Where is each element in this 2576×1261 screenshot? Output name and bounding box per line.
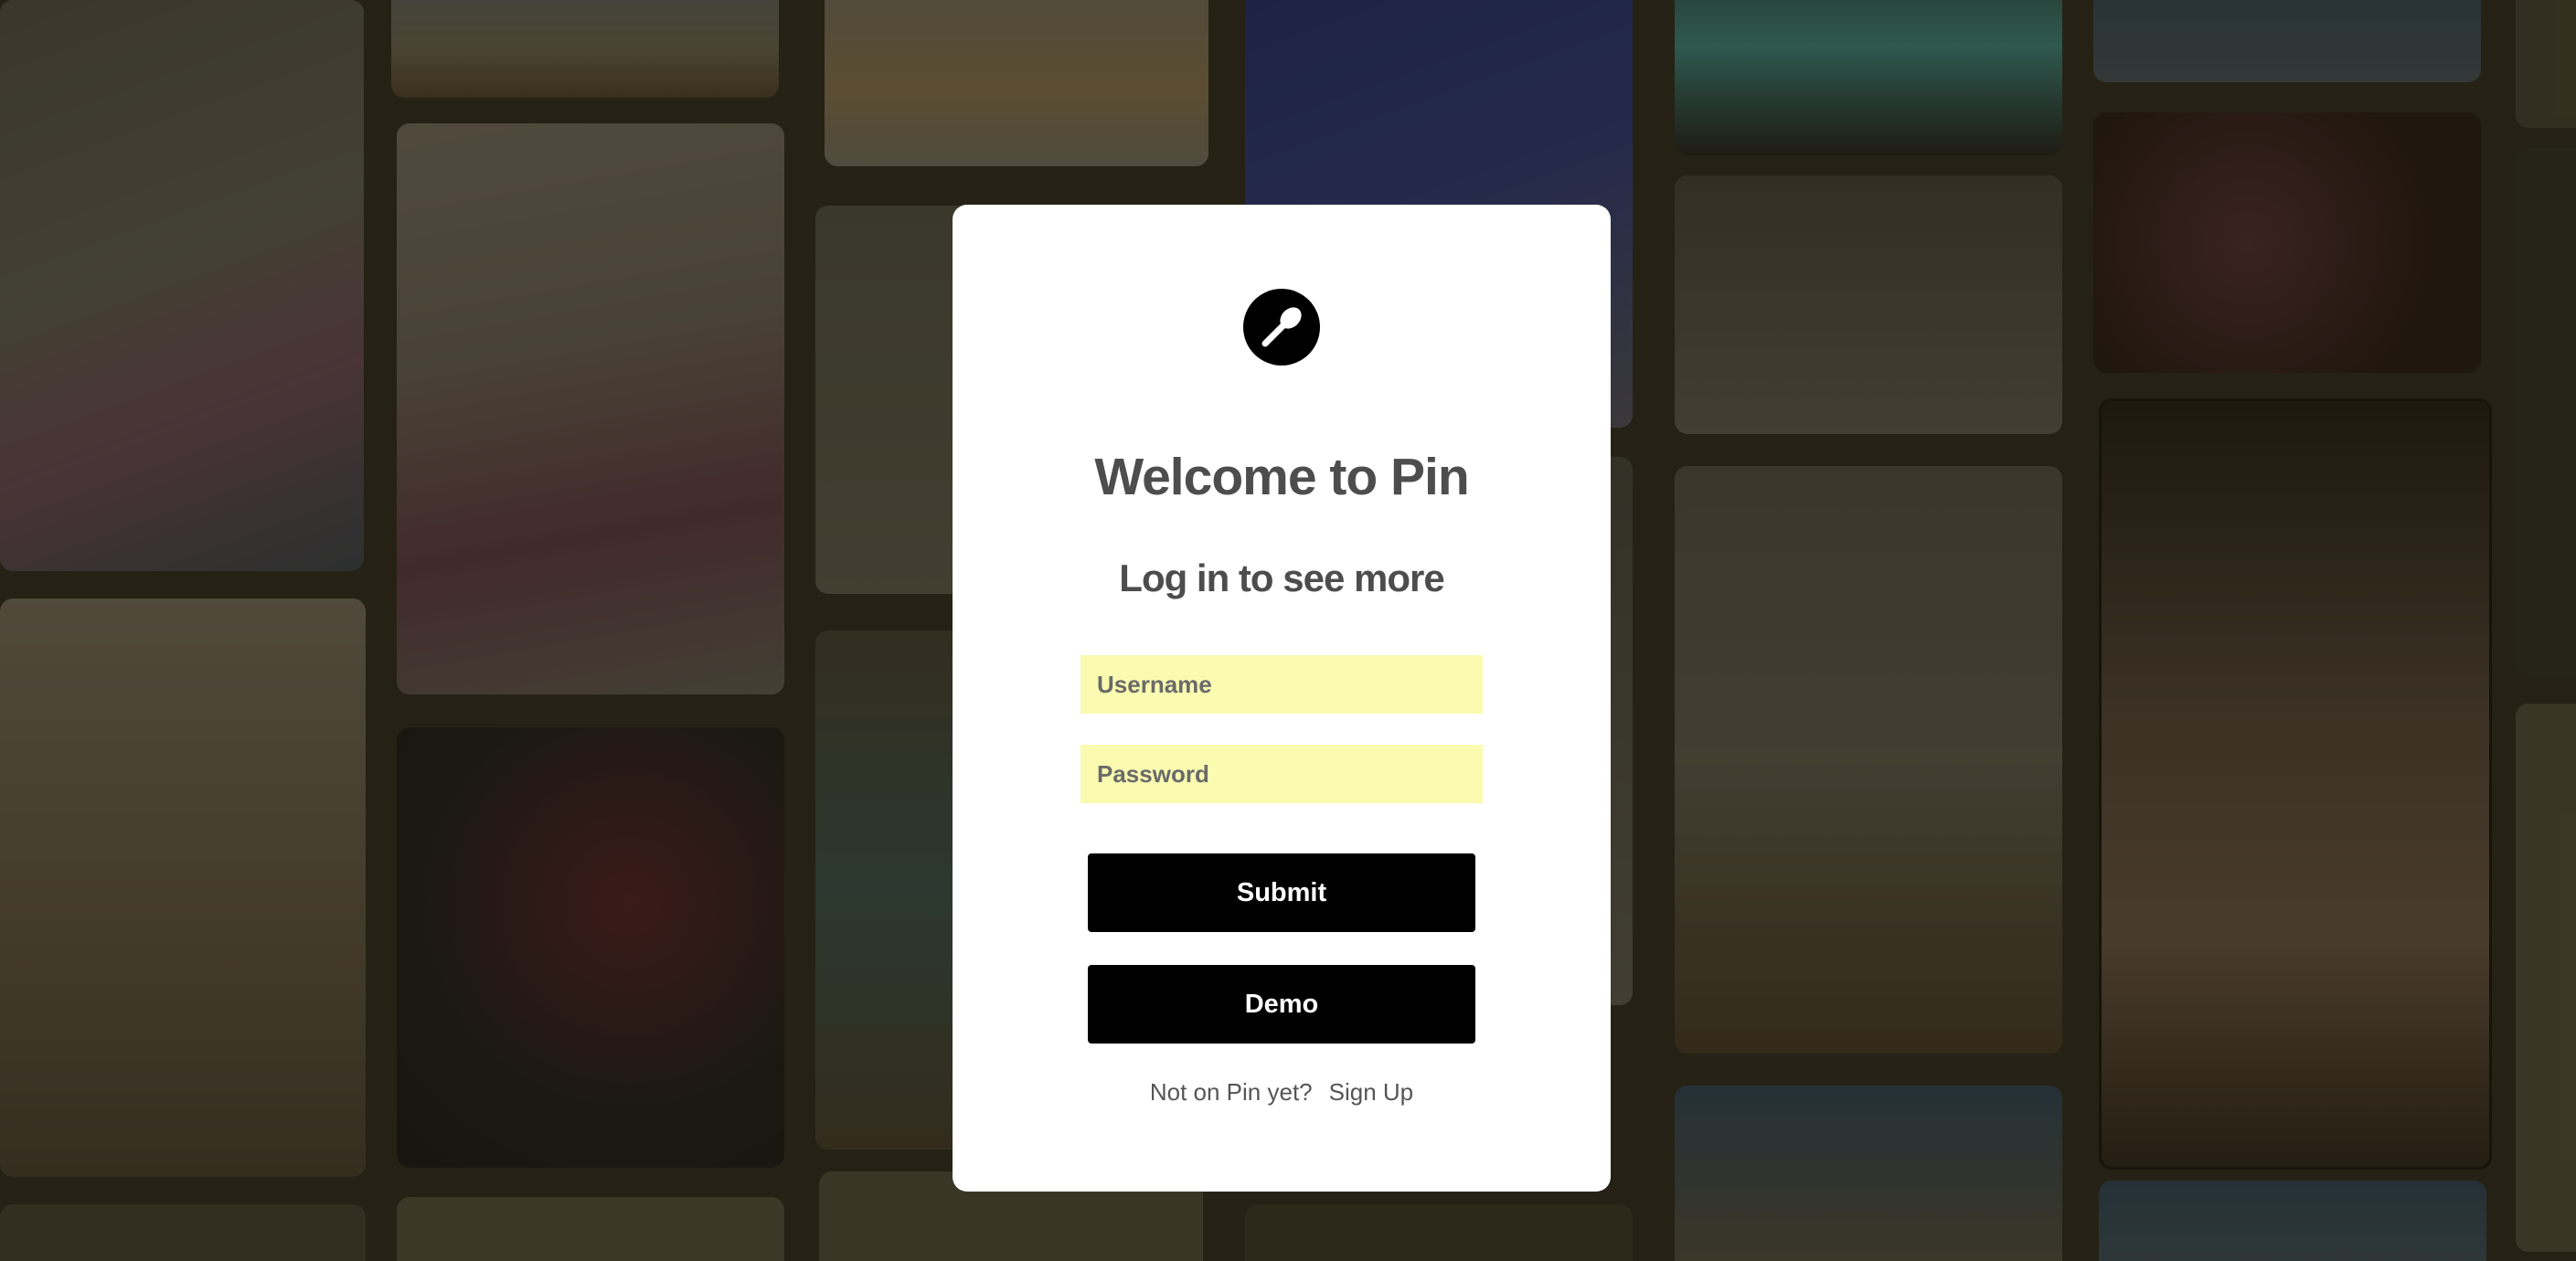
signup-row: Not on Pin yet? Sign Up bbox=[953, 1078, 1611, 1107]
page-subtitle: Log in to see more bbox=[1119, 556, 1444, 599]
password-input[interactable] bbox=[1080, 745, 1483, 803]
pushpin-icon bbox=[1243, 289, 1320, 366]
submit-button[interactable]: Submit bbox=[1088, 853, 1475, 932]
page-title: Welcome to Pin bbox=[1094, 448, 1469, 506]
username-input[interactable] bbox=[1080, 655, 1483, 714]
signup-link[interactable]: Sign Up bbox=[1329, 1078, 1414, 1106]
signup-prompt: Not on Pin yet? bbox=[1149, 1078, 1313, 1106]
login-modal: Welcome to Pin Log in to see more Submit… bbox=[953, 205, 1611, 1192]
demo-button[interactable]: Demo bbox=[1088, 965, 1475, 1044]
